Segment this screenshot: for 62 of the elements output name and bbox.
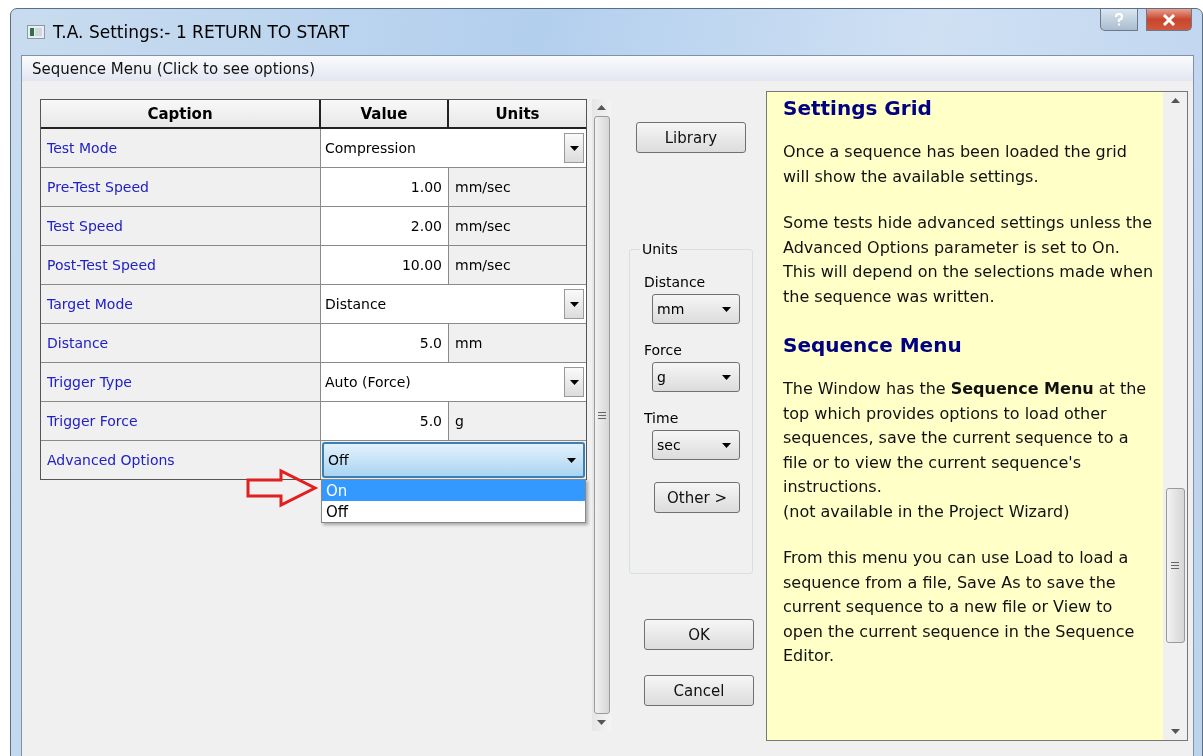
value-field[interactable]: 5.0 xyxy=(321,324,449,362)
caret-icon xyxy=(722,306,731,312)
value-dropdown[interactable]: Compression xyxy=(321,129,586,167)
ok-button[interactable]: OK xyxy=(644,619,754,650)
app-icon xyxy=(27,25,45,39)
units-label: Force xyxy=(644,342,683,358)
caret-icon xyxy=(569,379,579,385)
value-field[interactable]: 2.00 xyxy=(321,207,449,245)
units-label: Time xyxy=(644,410,680,426)
cancel-button[interactable]: Cancel xyxy=(644,675,754,706)
caption-cell: Advanced Options xyxy=(41,441,321,479)
scroll-thumb[interactable] xyxy=(1165,488,1185,643)
menu-item[interactable]: Sequence Menu (Click to see options) xyxy=(32,59,316,78)
caret-icon xyxy=(569,145,579,151)
grip-icon xyxy=(1171,562,1179,569)
units-cell-text: mm/sec xyxy=(454,178,512,197)
units-label: Distance xyxy=(644,274,707,290)
value-dropdown[interactable]: Off xyxy=(322,442,585,478)
help-paragraph: From this menu you can use Load to load a sequence from a file, Save As to save the current sequence to a new file or View to open the current sequence in the Sequence Editor. xyxy=(783,547,1136,667)
grid-scrollbar[interactable] xyxy=(592,99,611,731)
units-cell-text: g xyxy=(454,412,465,431)
units-dropdown[interactable]: mm xyxy=(652,294,740,324)
scroll-up-icon xyxy=(1170,98,1180,103)
group-title: Units xyxy=(640,241,680,257)
caret-icon xyxy=(569,301,579,307)
column-header: Units xyxy=(449,100,586,127)
scroll-down-icon xyxy=(597,720,606,725)
units-cell-text: mm/sec xyxy=(454,217,512,236)
scroll-down-icon xyxy=(1170,729,1180,734)
caret-icon xyxy=(566,457,576,463)
value-dropdown[interactable]: Auto (Force) xyxy=(321,363,586,401)
help-heading: Sequence Menu xyxy=(783,332,963,359)
units-cell-text: mm xyxy=(454,334,484,353)
column-header: Value xyxy=(321,100,449,127)
value-field[interactable]: 10.00 xyxy=(321,246,449,284)
value-field[interactable]: 5.0 xyxy=(321,402,449,440)
units-cell-text: mm/sec xyxy=(454,256,512,275)
other-button[interactable]: Other > xyxy=(654,482,740,513)
scroll-thumb[interactable] xyxy=(593,116,610,714)
help-paragraph: The Window has the Sequence Menu at the top which provides options to load other sequences, save the current sequence to a file or to view the current sequence's instructions. xyxy=(783,378,1148,498)
units-dropdown[interactable]: sec xyxy=(652,430,740,460)
units-dropdown[interactable]: g xyxy=(652,362,740,392)
window-title: T.A. Settings:- 1 RETURN TO START xyxy=(53,22,350,42)
scroll-up-icon xyxy=(597,105,606,110)
dropdown-option[interactable]: Off xyxy=(322,501,585,522)
arrow-icon xyxy=(245,468,319,508)
column-header: Caption xyxy=(41,100,321,127)
caret-icon xyxy=(722,374,731,380)
help-note: (not available in the Project Wizard) xyxy=(783,500,1071,523)
help-paragraph: Some tests hide advanced settings unless the Advanced Options parameter is set to On. This will depend on the selections made when the sequence was written. xyxy=(783,212,1155,308)
value-dropdown[interactable]: Distance xyxy=(321,285,586,323)
library-button[interactable]: Library xyxy=(636,122,746,153)
caret-icon xyxy=(722,442,731,448)
close-icon xyxy=(1162,13,1176,26)
help-scrollbar[interactable] xyxy=(1163,92,1187,740)
help-button[interactable] xyxy=(1100,9,1138,31)
help-icon xyxy=(1114,13,1124,26)
grip-icon xyxy=(597,411,606,419)
close-button[interactable] xyxy=(1146,9,1192,31)
help-heading: Settings Grid xyxy=(783,95,933,122)
value-field[interactable]: 1.00 xyxy=(321,168,449,206)
help-paragraph: Once a sequence has been loaded the grid will show the available settings. xyxy=(783,141,1128,188)
